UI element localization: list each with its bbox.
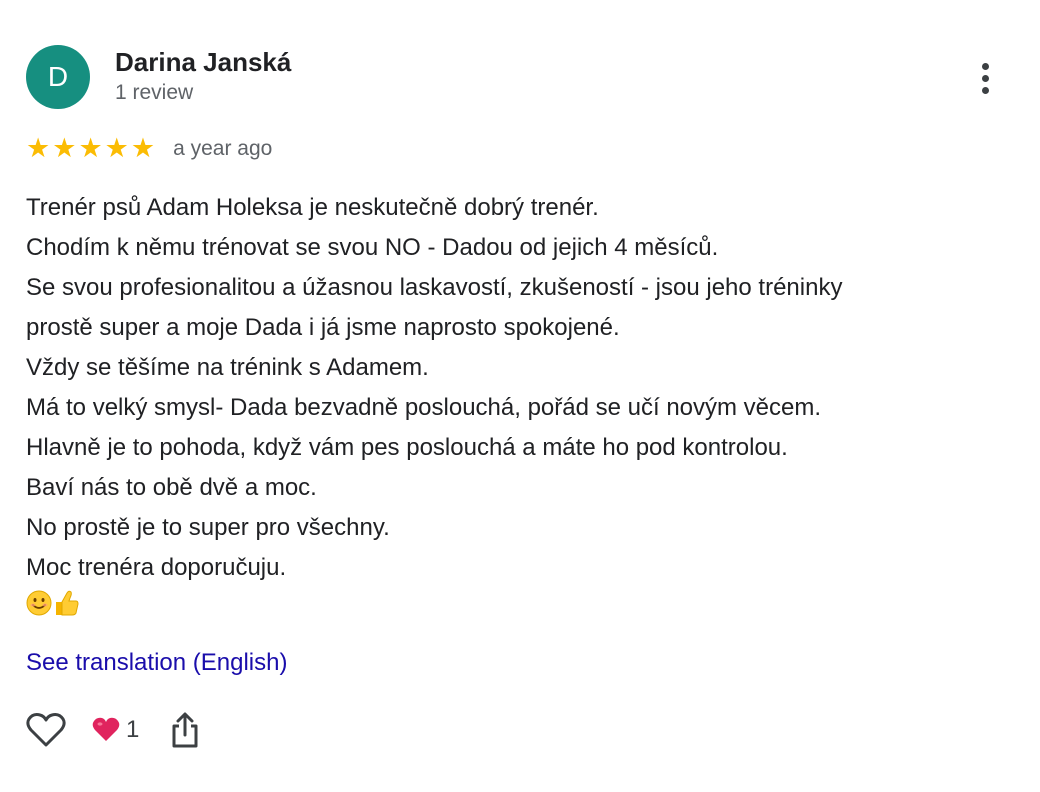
avatar[interactable]: D	[26, 45, 90, 109]
like-button[interactable]	[24, 708, 68, 752]
author-info: Darina Janská 1 review	[115, 46, 291, 108]
review-line: Se svou profesionalitou a úžasnou laskav…	[26, 274, 843, 301]
thumbs-up-icon	[56, 590, 79, 616]
review-line: Trenér psů Adam Holeksa je neskutečně do…	[26, 194, 599, 221]
review-emojis	[26, 588, 80, 630]
more-vertical-icon	[981, 74, 989, 82]
reaction-summary[interactable]: 1	[92, 716, 139, 744]
emoji-group	[26, 590, 79, 616]
smiling-face-icon	[26, 590, 52, 616]
more-vertical-icon	[981, 62, 989, 70]
review-count: 1 review	[115, 81, 194, 104]
share-button[interactable]	[165, 708, 205, 752]
star-icon: ★	[130, 133, 156, 164]
star-icon: ★	[26, 133, 51, 164]
review-line: No prostě je to super pro všechny.	[26, 514, 390, 541]
more-options-button[interactable]	[969, 58, 1001, 98]
rating-row: ★ ★ ★ ★ ★ a year ago	[26, 133, 272, 165]
review-line: Vždy se těšíme na trénink s Adamem.	[26, 354, 429, 381]
see-translation-link[interactable]: See translation (English)	[26, 646, 287, 680]
more-vertical-icon	[981, 86, 989, 94]
reviewer-name[interactable]: Darina Janská	[115, 46, 291, 78]
review-line: Chodím k němu trénovat se svou NO - Dado…	[26, 234, 719, 261]
reaction-count: 1	[126, 716, 140, 743]
review-line: Baví nás to obě dvě a moc.	[26, 474, 317, 501]
star-icon: ★	[52, 133, 77, 164]
review-actions: 1	[24, 707, 205, 753]
star-rating: ★ ★ ★ ★ ★	[26, 133, 155, 165]
star-icon: ★	[104, 133, 129, 164]
review-time: a year ago	[173, 137, 273, 160]
star-icon: ★	[78, 133, 103, 164]
review-line: Má to velký smysl- Dada bezvadně poslouc…	[26, 394, 822, 421]
review-line: prostě super a moje Dada i já jsme napro…	[26, 314, 620, 341]
review-header: D Darina Janská 1 review	[26, 45, 291, 109]
share-icon	[172, 712, 198, 748]
red-heart-icon	[92, 717, 120, 741]
review-text: Trenér psů Adam Holeksa je neskutečně do…	[26, 188, 1016, 588]
review-line: Moc trenéra doporučuju.	[26, 554, 287, 581]
review-card: D Darina Janská 1 review ★ ★ ★ ★ ★ a yea…	[0, 0, 1040, 792]
heart-outline-icon	[26, 713, 66, 747]
review-line: Hlavně je to pohoda, když vám pes poslou…	[26, 434, 788, 461]
